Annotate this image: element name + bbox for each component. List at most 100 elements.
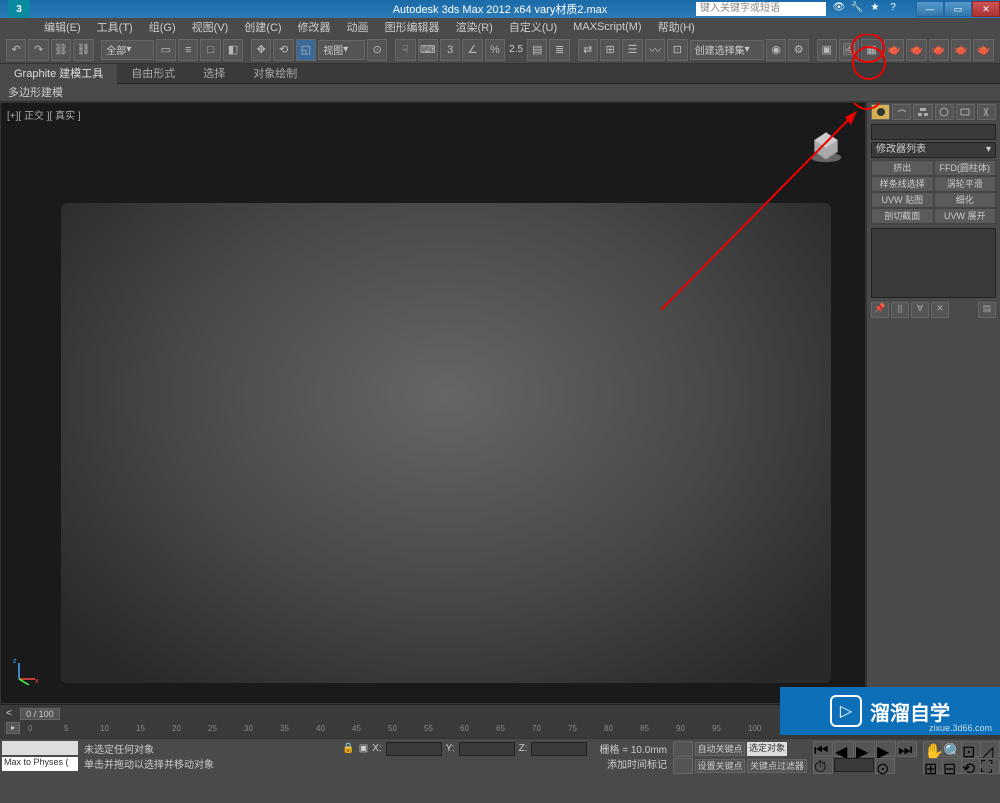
lock-icon[interactable]: 🔒 xyxy=(342,743,354,754)
make-unique-button[interactable]: ∀ xyxy=(911,302,929,318)
render-frame-button[interactable]: ▣ xyxy=(817,39,837,61)
key-mode-toggle[interactable] xyxy=(673,741,693,757)
mod-btn-ffd-cyl[interactable]: FFD(圆柱体) xyxy=(934,160,997,176)
menu-maxscript[interactable]: MAXScript(M) xyxy=(565,21,649,33)
mod-btn-tessellate[interactable]: 细化 xyxy=(934,192,997,208)
render-preset-button[interactable]: 🫖 xyxy=(951,39,971,61)
select-move-button[interactable]: ✥ xyxy=(251,39,271,61)
show-end-result-button[interactable]: || xyxy=(891,302,909,318)
selected-dropdown[interactable]: 选定对象 xyxy=(747,742,787,756)
maximize-button[interactable]: ▭ xyxy=(944,1,972,17)
modifier-list-dropdown[interactable]: 修改器列表▾ xyxy=(871,142,996,158)
goto-end-button[interactable]: ⏭ xyxy=(897,741,917,757)
mod-btn-slice[interactable]: 剖切截面 xyxy=(871,208,934,224)
remove-modifier-button[interactable]: ✕ xyxy=(931,302,949,318)
minimize-button[interactable]: — xyxy=(916,1,944,17)
unlink-button[interactable]: ⛓ xyxy=(73,39,93,61)
play-button[interactable]: ▶ xyxy=(855,741,875,757)
star-icon[interactable]: ★ xyxy=(868,2,882,16)
menu-edit[interactable]: 编辑(E) xyxy=(36,19,89,35)
hierarchy-panel-tab[interactable] xyxy=(913,104,932,120)
window-crossing-button[interactable]: ◧ xyxy=(223,39,243,61)
mirror-button[interactable]: ⇄ xyxy=(578,39,598,61)
configure-sets-button[interactable]: ▤ xyxy=(978,302,996,318)
pin-stack-button[interactable]: 📌 xyxy=(871,302,889,318)
snap-toggle-button[interactable]: 3 xyxy=(440,39,460,61)
auto-key-button[interactable]: 自动关键点 xyxy=(695,742,745,756)
utilities-panel-tab[interactable] xyxy=(977,104,996,120)
render-button-highlighted[interactable]: 🫖 xyxy=(929,39,949,61)
mod-btn-uvw-unwrap[interactable]: UVW 展开 xyxy=(934,208,997,224)
maxscript-mini-listener-pink[interactable] xyxy=(2,741,78,755)
zoom-all-button[interactable]: ⊡ xyxy=(961,741,981,757)
modifier-stack[interactable] xyxy=(871,228,996,298)
maximize-viewport-button[interactable]: ⛶ xyxy=(980,758,1000,774)
ribbon-panel-label[interactable]: 多边形建模 xyxy=(0,84,1000,102)
add-time-tag[interactable]: 添加时间标记 xyxy=(607,756,667,771)
angle-snap-button[interactable]: ∠ xyxy=(462,39,482,61)
goto-start-button[interactable]: ⏮ xyxy=(813,741,833,757)
create-panel-tab[interactable] xyxy=(871,104,890,120)
time-config-button[interactable]: ⏱ xyxy=(813,758,833,774)
mod-btn-spline-select[interactable]: 样条线选择 xyxy=(871,176,934,192)
current-frame-input[interactable] xyxy=(834,758,874,772)
menu-graph-editors[interactable]: 图形编辑器 xyxy=(377,19,448,35)
edit-named-sel-button[interactable]: ≣ xyxy=(549,39,569,61)
set-key-icon[interactable] xyxy=(673,758,693,774)
help-icon[interactable]: ? xyxy=(886,2,900,16)
zoom-button[interactable]: 🔍 xyxy=(942,741,962,757)
help-search-input[interactable]: 键入关键字或短语 xyxy=(696,2,826,16)
selection-filter-dropdown[interactable]: 全部 ▾ xyxy=(101,40,153,60)
coord-y-input[interactable] xyxy=(459,742,515,756)
set-key-button[interactable]: 设置关键点 xyxy=(695,759,745,773)
key-step-button[interactable]: ⊙ xyxy=(875,758,895,774)
menu-modifiers[interactable]: 修改器 xyxy=(290,19,339,35)
menu-create[interactable]: 创建(C) xyxy=(236,19,289,35)
coord-x-input[interactable] xyxy=(386,742,442,756)
time-slider[interactable]: 0 / 100 xyxy=(20,708,60,720)
menu-animation[interactable]: 动画 xyxy=(339,19,377,35)
tab-freeform[interactable]: 自由形式 xyxy=(117,64,189,84)
viewport-label[interactable]: [+][ 正交 ][ 真实 ] xyxy=(7,107,81,122)
use-pivot-center-button[interactable]: ⊙ xyxy=(367,39,387,61)
close-button[interactable]: ✕ xyxy=(972,1,1000,17)
spinner-snap-button[interactable]: ▤ xyxy=(527,39,547,61)
tab-object-paint[interactable]: 对象绘制 xyxy=(239,64,311,84)
coord-z-input[interactable] xyxy=(531,742,587,756)
isolate-icon[interactable]: ▣ xyxy=(359,743,368,754)
fov-button[interactable]: ◿ xyxy=(980,741,1000,757)
undo-button[interactable]: ↶ xyxy=(6,39,26,61)
key-filters-button[interactable]: 关键点过滤器 xyxy=(747,759,807,773)
render-setup-button[interactable]: ⚙ xyxy=(788,39,808,61)
material-editor-button[interactable]: ◉ xyxy=(766,39,786,61)
select-region-button[interactable]: □ xyxy=(200,39,220,61)
ref-coord-dropdown[interactable]: 视图 ▾ xyxy=(318,40,365,60)
motion-panel-tab[interactable] xyxy=(935,104,954,120)
viewcube-icon[interactable] xyxy=(807,127,845,165)
schematic-view-button[interactable]: ⊡ xyxy=(667,39,687,61)
tab-selection[interactable]: 选择 xyxy=(189,64,239,84)
tab-graphite-modeling[interactable]: Graphite 建模工具 xyxy=(0,64,117,84)
render-last-button[interactable]: 🫖 xyxy=(973,39,993,61)
binoculars-icon[interactable]: 👁 xyxy=(832,2,846,16)
wrench-icon[interactable]: 🔧 xyxy=(850,2,864,16)
percent-snap-button[interactable]: % xyxy=(485,39,505,61)
layer-manager-button[interactable]: ☰ xyxy=(622,39,642,61)
select-scale-button[interactable]: ◱ xyxy=(296,39,316,61)
select-manipulate-button[interactable]: ☟ xyxy=(395,39,415,61)
select-rotate-button[interactable]: ⟲ xyxy=(273,39,293,61)
menu-tools[interactable]: 工具(T) xyxy=(89,19,141,35)
menu-rendering[interactable]: 渲染(R) xyxy=(448,19,501,35)
menu-group[interactable]: 组(G) xyxy=(141,19,184,35)
modify-panel-tab[interactable] xyxy=(892,104,911,120)
curve-editor-button[interactable]: 〰 xyxy=(645,39,665,61)
next-frame-button[interactable]: ▶ xyxy=(876,741,896,757)
prev-frame-button[interactable]: ◀ xyxy=(834,741,854,757)
link-button[interactable]: ⛓ xyxy=(51,39,71,61)
viewport[interactable]: [+][ 正交 ][ 真实 ] z x xyxy=(0,102,866,704)
display-panel-tab[interactable] xyxy=(956,104,975,120)
track-bar-toggle[interactable]: ▸ xyxy=(6,722,20,734)
zoom-extents-all-button[interactable]: ⊟ xyxy=(942,758,962,774)
align-button[interactable]: ⊞ xyxy=(600,39,620,61)
quick-render-button[interactable]: 🫖 xyxy=(906,39,926,61)
